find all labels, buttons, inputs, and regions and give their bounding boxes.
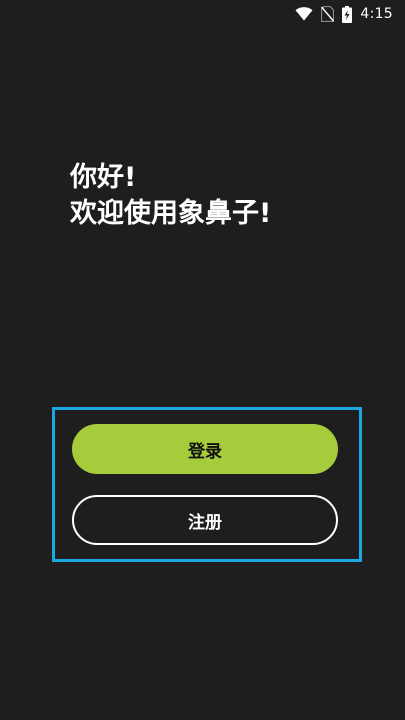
welcome-screen: 4:15 你好! 欢迎使用象鼻子! 登录 注册	[0, 0, 405, 720]
greeting-welcome: 欢迎使用象鼻子!	[70, 198, 272, 229]
login-button[interactable]: 登录	[72, 424, 338, 474]
welcome-greeting: 你好! 欢迎使用象鼻子!	[70, 160, 271, 232]
battery-charging-icon	[342, 5, 353, 23]
wifi-icon	[295, 7, 313, 21]
register-button[interactable]: 注册	[72, 495, 338, 545]
status-bar: 4:15	[0, 0, 405, 28]
auth-button-group: 登录 注册	[52, 407, 362, 562]
no-sim-icon	[321, 6, 335, 22]
greeting-hello: 你好!	[70, 162, 137, 193]
status-time: 4:15	[360, 6, 393, 22]
